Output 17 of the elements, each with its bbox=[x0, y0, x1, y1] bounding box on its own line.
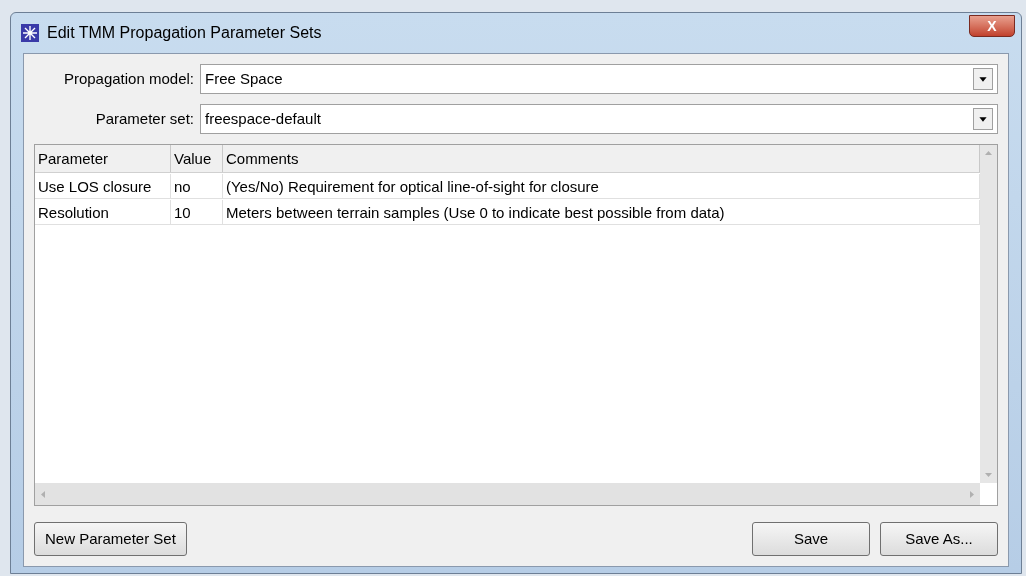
table-cell: Resolution bbox=[35, 200, 171, 224]
window-title: Edit TMM Propagation Parameter Sets bbox=[47, 23, 322, 43]
table-cell: 10 bbox=[171, 200, 223, 224]
field-label: Parameter set: bbox=[94, 108, 195, 129]
dropdown-field[interactable]: freespace-default bbox=[200, 104, 998, 134]
dropdown-field[interactable]: Free Space bbox=[200, 64, 998, 94]
vertical-scrollbar[interactable] bbox=[980, 145, 997, 483]
field-label: Propagation model: bbox=[62, 68, 195, 89]
table-cell: no bbox=[171, 174, 223, 198]
horizontal-scrollbar[interactable] bbox=[35, 483, 980, 505]
table-cell: Use LOS closure bbox=[35, 174, 171, 198]
column-header[interactable]: Value bbox=[171, 145, 223, 172]
action-button[interactable]: Save bbox=[752, 522, 870, 556]
action-button[interactable]: New Parameter Set bbox=[34, 522, 187, 556]
star-icon bbox=[21, 24, 39, 42]
action-button[interactable]: Save As... bbox=[880, 522, 998, 556]
column-header[interactable]: Parameter bbox=[35, 145, 171, 172]
